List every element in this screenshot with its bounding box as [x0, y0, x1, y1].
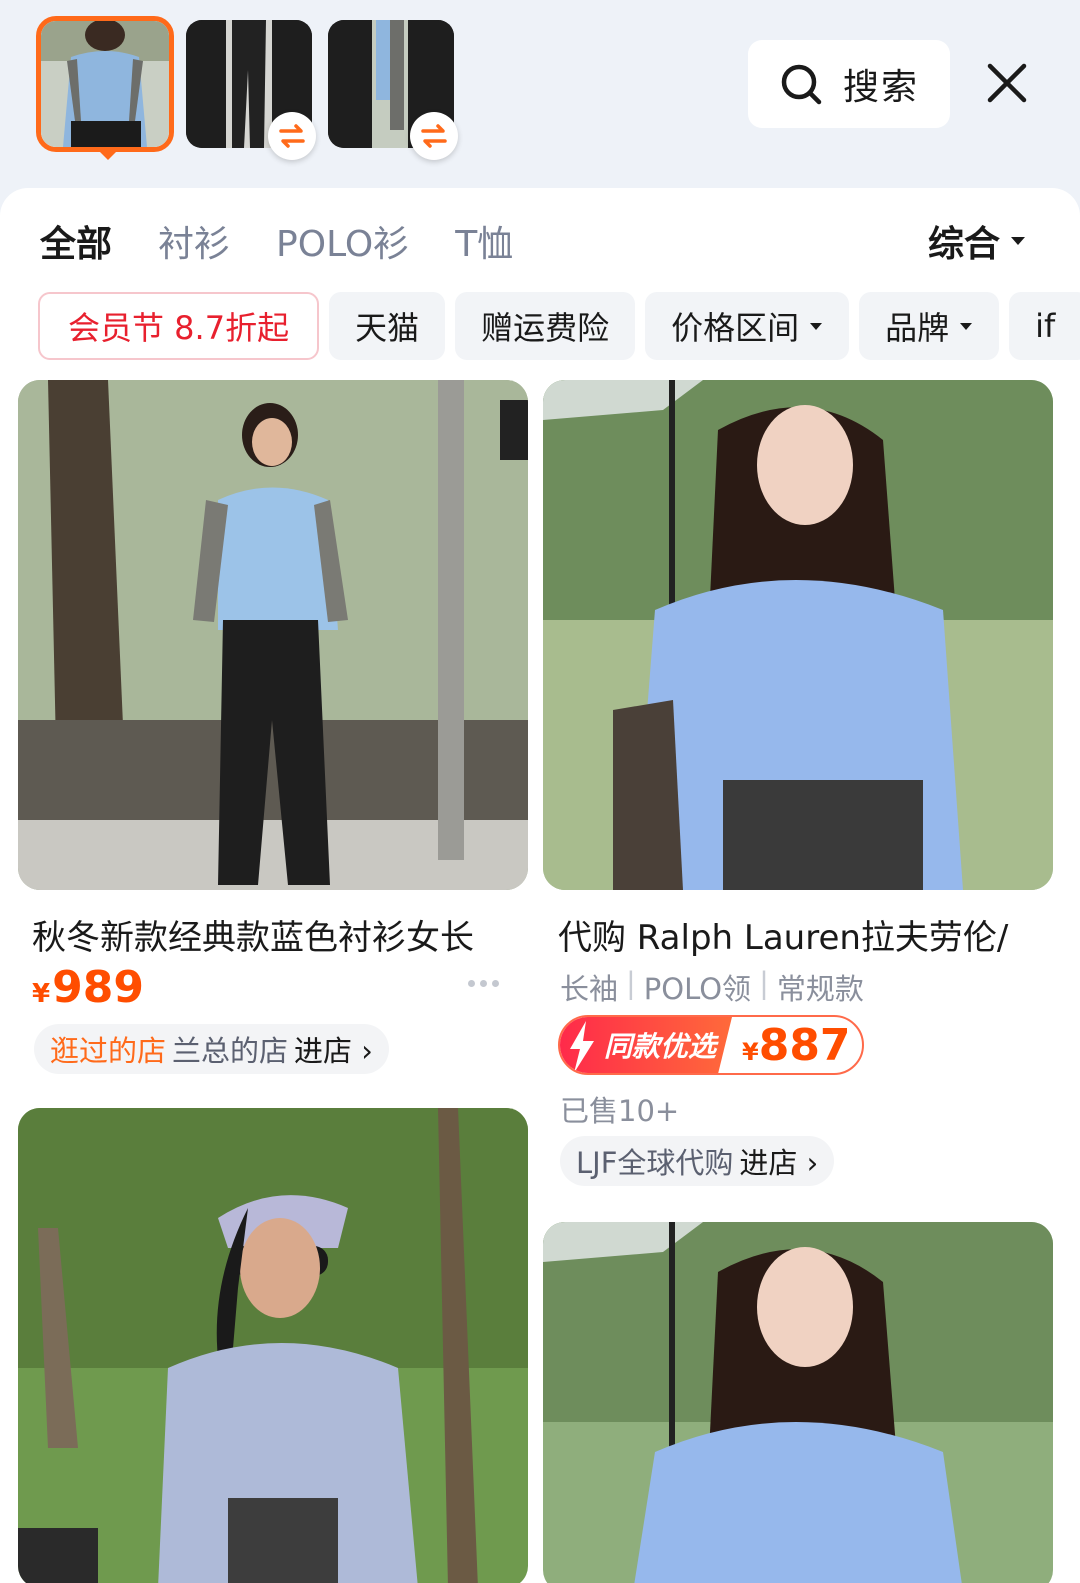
enter-shop-label: 进店 ›	[294, 1034, 373, 1068]
price-value: 887	[758, 1019, 851, 1071]
swap-icon[interactable]	[410, 112, 458, 160]
close-button[interactable]	[980, 56, 1034, 110]
product-title-1[interactable]: 秋冬新款经典款蓝色衬衫女长	[32, 910, 512, 959]
search-icon	[781, 64, 822, 105]
filter-tmall[interactable]: 天猫	[329, 292, 446, 360]
sold-count: 已售10+	[560, 1094, 680, 1128]
more-options-icon[interactable]	[468, 980, 499, 987]
attribute: POLO领	[643, 972, 752, 1006]
shipping-insurance-label: 赠运费险	[481, 309, 610, 347]
product-image-1[interactable]	[18, 380, 528, 890]
search-label: 搜索	[842, 67, 919, 108]
tab-shirt[interactable]: 衬衫	[158, 215, 230, 267]
search-button[interactable]: 搜索	[748, 40, 950, 128]
product-image-4[interactable]	[543, 1222, 1053, 1583]
shop-link-1[interactable]: 逛过的店 兰总的店 进店 ›	[34, 1024, 389, 1074]
deal-tag: 同款优选	[560, 1017, 732, 1073]
filter-member-promo[interactable]: 会员节 8.7折起	[38, 292, 320, 360]
shop-link-2[interactable]: LJF全球代购 进店 ›	[560, 1136, 835, 1186]
caret-down-icon	[810, 322, 823, 330]
attribute: 长袖	[560, 972, 619, 1006]
sort-label: 综合	[928, 224, 1001, 265]
deal-price: ¥ 887	[742, 1020, 851, 1071]
filter-brand[interactable]: 品牌	[859, 292, 1000, 360]
close-icon	[987, 63, 1027, 103]
filter-more[interactable]: if	[1009, 292, 1080, 360]
filter-bar: 会员节 8.7折起 天猫 赠运费险 价格区间 品牌 if	[38, 292, 1080, 360]
tab-tshirt[interactable]: T恤	[455, 215, 513, 267]
price-range-label: 价格区间	[671, 309, 800, 347]
product-image-2[interactable]	[543, 380, 1053, 890]
divider: |	[626, 966, 636, 1000]
selected-caret	[98, 150, 118, 160]
price-value: 989	[52, 962, 144, 1013]
currency-symbol: ¥	[742, 1037, 759, 1066]
divider: |	[759, 966, 769, 1000]
more-filter-label: if	[1035, 307, 1056, 345]
tab-polo[interactable]: POLO衫	[276, 215, 409, 267]
swap-icon[interactable]	[268, 112, 316, 160]
shop-name: 兰总的店	[172, 1034, 289, 1068]
caret-down-icon	[1011, 237, 1026, 245]
tab-all[interactable]: 全部	[40, 215, 112, 267]
currency-symbol: ¥	[32, 979, 51, 1009]
product-price-1: ¥ 989	[32, 962, 144, 1013]
category-tabs: 全部 衬衫 POLO衫 T恤	[40, 216, 513, 266]
image-search-header: 搜索	[0, 0, 1080, 190]
shop-name: LJF全球代购	[576, 1146, 734, 1180]
attribute: 常规款	[776, 972, 864, 1006]
filter-price-range[interactable]: 价格区间	[645, 292, 850, 360]
deal-label: 同款优选	[603, 1030, 716, 1063]
visited-shop-label: 逛过的店	[50, 1034, 167, 1068]
sort-dropdown[interactable]: 综合	[928, 216, 1026, 266]
lightning-icon	[570, 1021, 594, 1073]
tmall-label: 天猫	[355, 309, 420, 347]
deal-badge[interactable]: 同款优选 ¥ 887	[558, 1015, 864, 1075]
filter-shipping-insurance[interactable]: 赠运费险	[455, 292, 636, 360]
promo-label: 会员节 8.7折起	[68, 309, 290, 347]
product-title-2[interactable]: 代购 Ralph Lauren拉夫劳伦/	[558, 910, 1038, 959]
product-image-3[interactable]	[18, 1108, 528, 1583]
brand-label: 品牌	[885, 309, 950, 347]
enter-shop-label: 进店 ›	[739, 1146, 819, 1180]
thumbnail-selected[interactable]	[36, 16, 174, 152]
caret-down-icon	[960, 322, 973, 330]
product-attributes-2: 长袖 | POLO领 | 常规款	[560, 966, 864, 1008]
